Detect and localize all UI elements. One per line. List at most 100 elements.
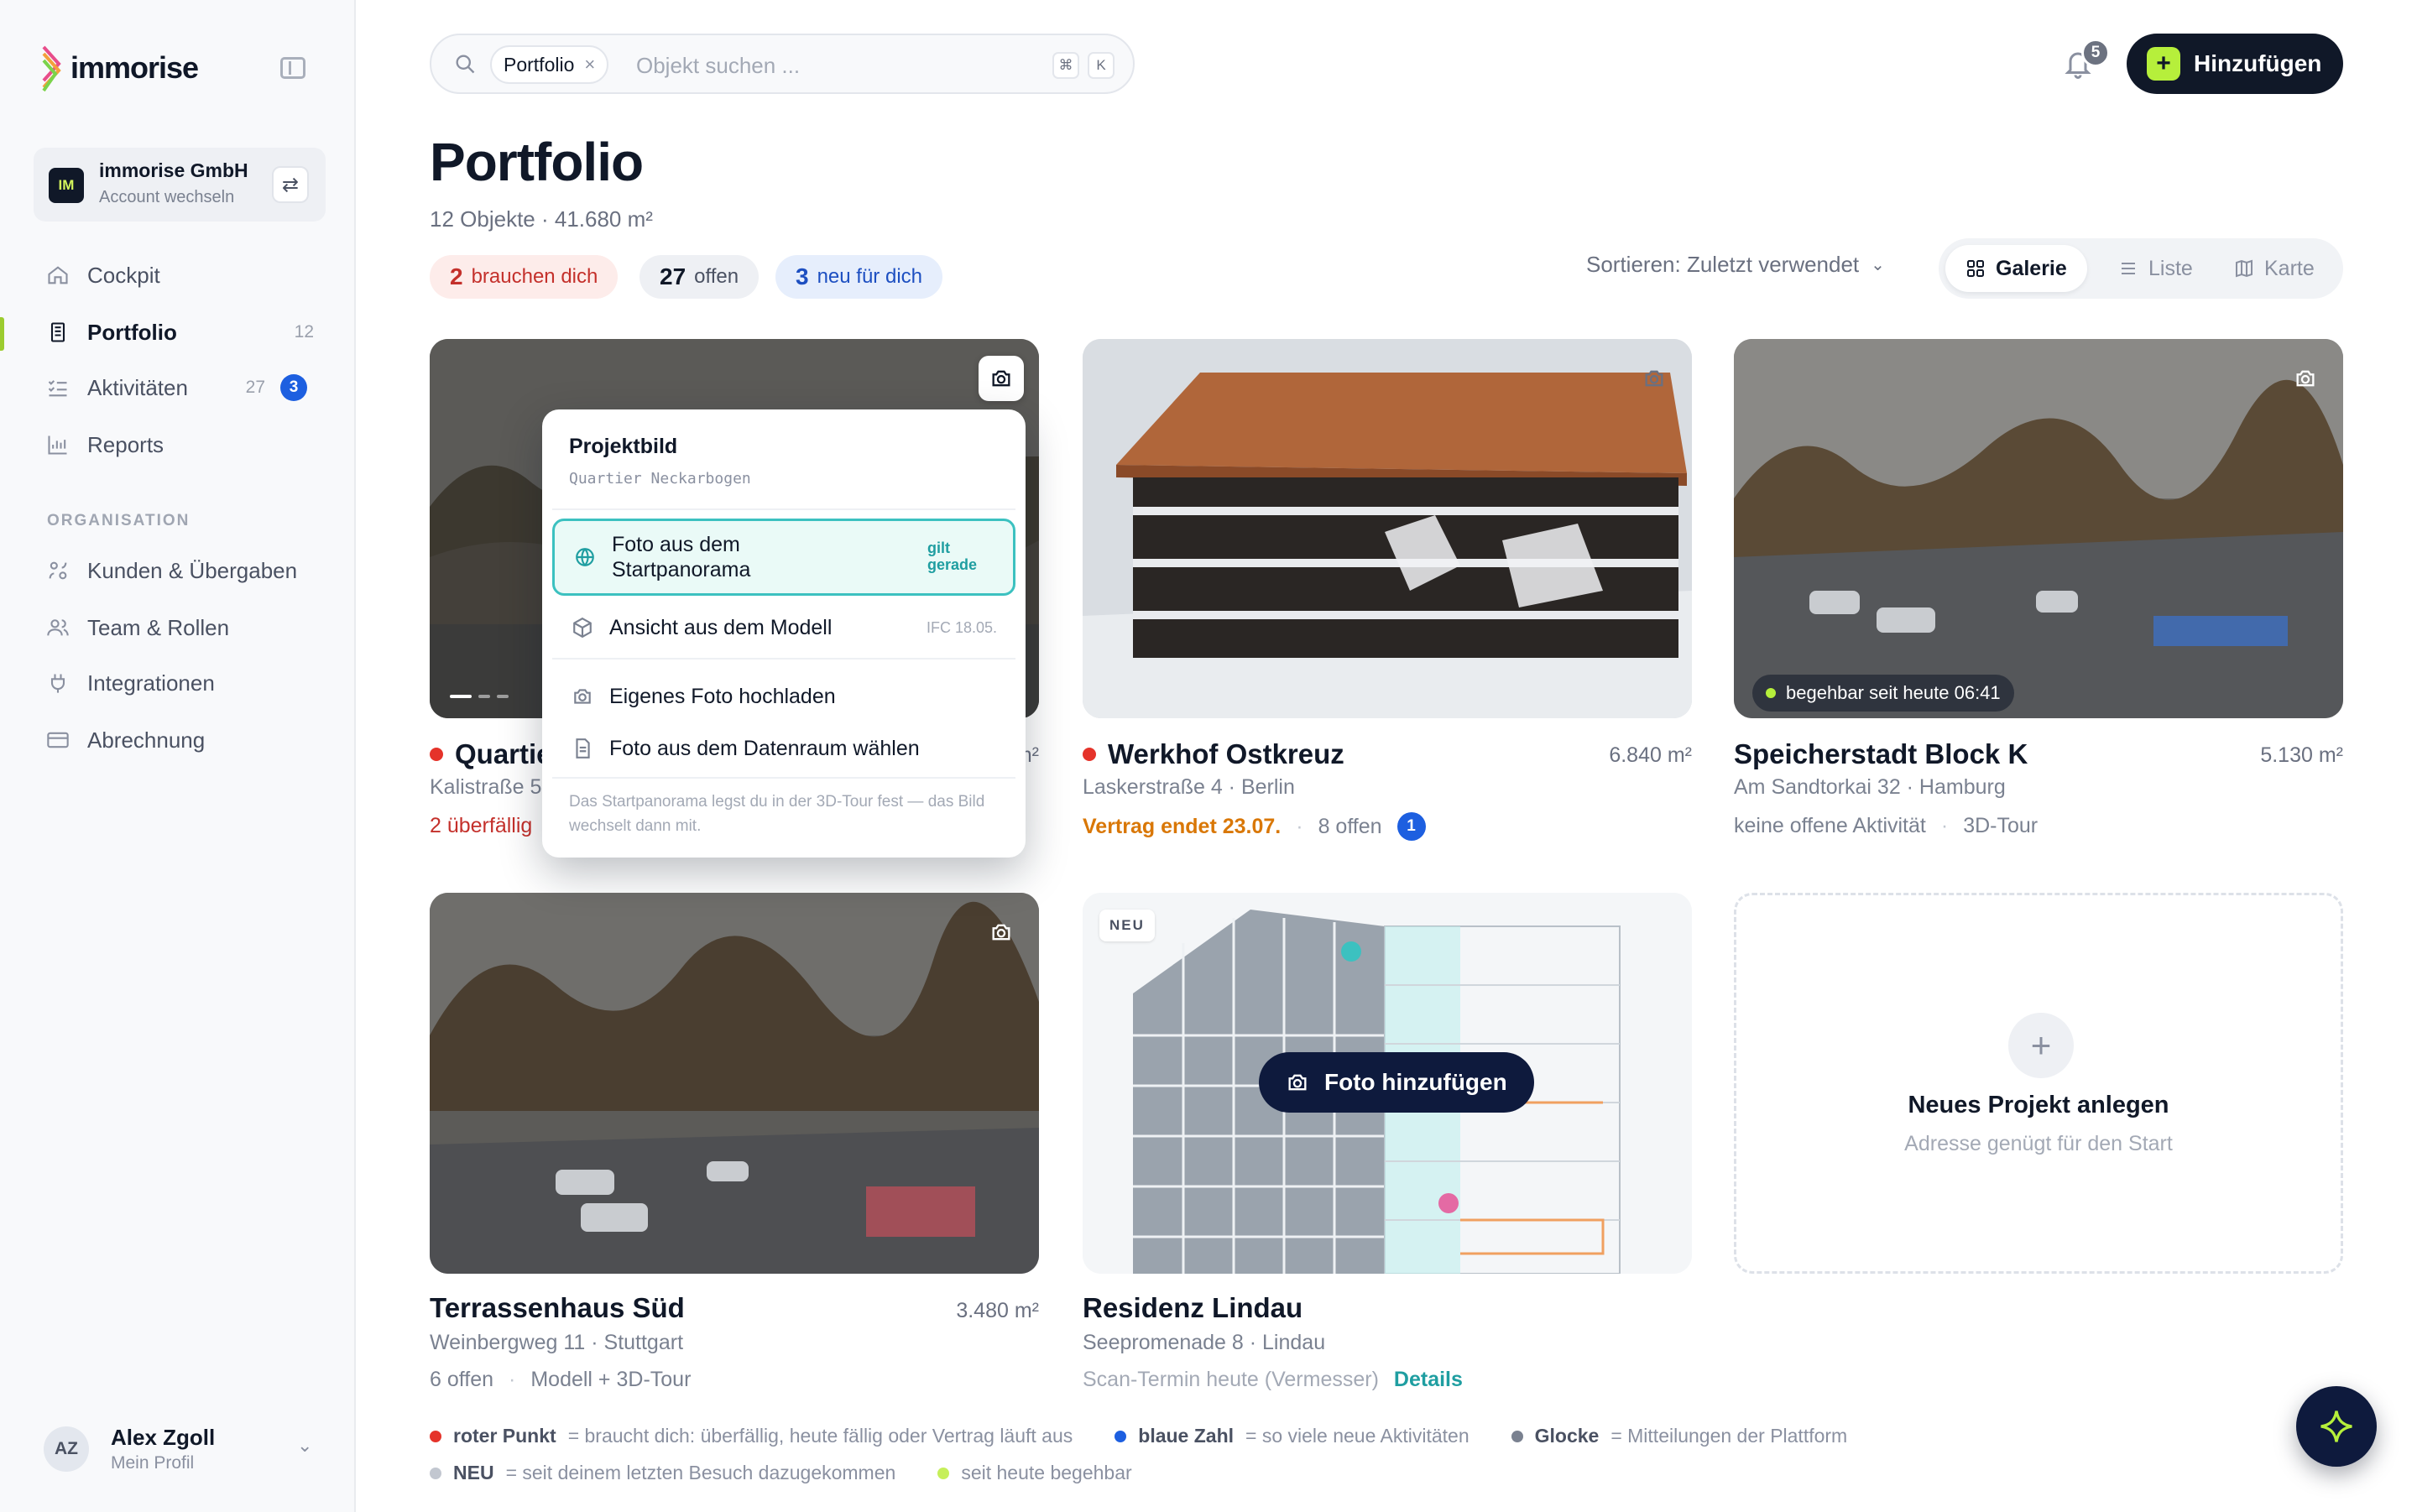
legend-row: roter Punkt = braucht dich: überfällig, … xyxy=(430,1425,1847,1447)
card-area: 5.130 m² xyxy=(2260,743,2343,767)
card-meta: Vertrag endet 23.07. · 8 offen 1 xyxy=(1083,812,1426,841)
sidebar-item-cockpit[interactable]: Cockpit xyxy=(34,253,326,297)
camera-icon[interactable] xyxy=(2283,356,2328,401)
kbd-command-icon: ⌘ xyxy=(1052,52,1079,79)
card-address: Am Sandtorkai 32 · Hamburg xyxy=(1734,775,2006,799)
card-image-speicherstadt[interactable]: begehbar seit heute 06:41 xyxy=(1734,339,2343,718)
filter-pill-new[interactable]: 3 neu für dich xyxy=(775,255,942,299)
legend-key: NEU xyxy=(453,1462,494,1483)
view-list-button[interactable]: Liste xyxy=(2098,245,2213,292)
option-label: Eigenes Foto hochladen xyxy=(609,685,836,708)
view-map-button[interactable]: Karte xyxy=(2214,245,2335,292)
filter-pill-attention[interactable]: 2 brauchen dich xyxy=(430,255,619,299)
new-project-title: Neues Projekt anlegen xyxy=(1908,1092,2169,1118)
sidebar-item-aktivitaeten[interactable]: Aktivitäten 27 3 xyxy=(34,366,326,409)
camera-icon[interactable] xyxy=(1631,356,1677,401)
legend-key: blaue Zahl xyxy=(1138,1425,1235,1447)
popover-subtitle: Quartier Neckarbogen xyxy=(569,470,751,487)
photo-panorama-image xyxy=(1734,339,2343,718)
active-indicator xyxy=(0,317,4,351)
new-project-subtitle: Adresse genügt für den Start xyxy=(1904,1132,2173,1155)
plus-icon: + xyxy=(2008,1013,2074,1078)
option-dataroom-photo[interactable]: Foto aus dem Datenraum wählen xyxy=(552,722,1015,775)
card-title[interactable]: Speicherstadt Block K xyxy=(1734,738,2028,770)
search-bar[interactable]: Portfolio × ⌘ K xyxy=(430,34,1135,94)
activities-count: 27 xyxy=(245,378,265,397)
add-photo-button[interactable]: Foto hinzufügen xyxy=(1259,1052,1534,1113)
chevron-down-icon: ⌄ xyxy=(1871,256,1885,274)
sort-dropdown[interactable]: Sortieren: Zuletzt verwendet ⌄ xyxy=(1586,252,1885,278)
pill-number: 3 xyxy=(796,263,809,289)
camera-icon xyxy=(569,683,596,710)
document-icon xyxy=(569,735,596,762)
building-icon xyxy=(45,320,70,345)
sidebar-item-integrationen[interactable]: Integrationen xyxy=(34,661,326,705)
account-subtitle: Account wechseln xyxy=(99,188,235,206)
search-filter-chip[interactable]: Portfolio × xyxy=(490,45,609,84)
card-address: Weinbergweg 11 · Stuttgart xyxy=(430,1331,684,1354)
account-switcher[interactable]: IM immorise GmbH Account wechseln ⇄ xyxy=(34,148,326,222)
card-image-residenz[interactable]: NEU Foto hinzufügen xyxy=(1083,893,1692,1274)
card-title[interactable]: Werkhof Ostkreuz xyxy=(1108,738,1344,770)
sidebar-item-team[interactable]: Team & Rollen xyxy=(34,606,326,649)
model-tour-label: Modell + 3D-Tour xyxy=(530,1368,692,1391)
legend-light-dot xyxy=(430,1467,441,1479)
view-label: Galerie xyxy=(1996,256,2067,280)
new-project-card[interactable]: + Neues Projekt anlegen Adresse genügt f… xyxy=(1734,893,2343,1274)
card-image-terrassenhaus[interactable] xyxy=(430,893,1039,1274)
legend-text: = braucht dich: überfällig, heute fällig… xyxy=(567,1425,1073,1447)
brand-name: immorise xyxy=(70,50,199,85)
sidebar-item-label: Integrationen xyxy=(87,670,215,696)
card-title-row: Werkhof Ostkreuz xyxy=(1083,738,1344,770)
page-title: Portfolio xyxy=(430,132,644,192)
sidebar-item-reports[interactable]: Reports xyxy=(34,423,326,467)
activities-badge: 3 xyxy=(280,374,307,401)
sidebar-collapse-icon[interactable] xyxy=(280,57,305,79)
carousel-dot-active[interactable] xyxy=(450,695,472,698)
search-input[interactable] xyxy=(636,52,989,79)
separator-dot: · xyxy=(1940,814,1949,837)
option-label: Ansicht aus dem Modell xyxy=(609,616,833,639)
card-meta: Scan-Termin heute (Vermesser) Details xyxy=(1083,1368,1463,1392)
sidebar-item-label: Kunden & Übergaben xyxy=(87,557,298,583)
option-model-view[interactable]: Ansicht aus dem Modell IFC 18.05. xyxy=(552,601,1015,654)
account-name: immorise GmbH xyxy=(99,159,248,181)
option-upload-photo[interactable]: Eigenes Foto hochladen xyxy=(552,670,1015,723)
option-label: Foto aus dem Datenraum wählen xyxy=(609,737,920,760)
close-icon[interactable]: × xyxy=(584,54,595,76)
card-image-werkhof[interactable] xyxy=(1083,339,1692,718)
add-button[interactable]: + Hinzufügen xyxy=(2127,34,2343,94)
card-address: Laskerstraße 4 · Berlin xyxy=(1083,775,1295,799)
view-gallery-button[interactable]: Galerie xyxy=(1945,245,2087,292)
profile-menu[interactable]: AZ Alex Zgoll Mein Profil ⌄ xyxy=(30,1415,326,1482)
add-button-label: Hinzufügen xyxy=(2194,50,2322,76)
popover-title: Projektbild xyxy=(569,435,678,458)
plug-icon xyxy=(45,670,70,696)
new-activity-badge: 1 xyxy=(1396,812,1426,841)
details-link[interactable]: Details xyxy=(1394,1368,1463,1392)
sidebar-item-kunden[interactable]: Kunden & Übergaben xyxy=(34,549,326,592)
pill-text: neu für dich xyxy=(817,265,922,288)
legend-text: = Mitteilungen der Plattform xyxy=(1610,1425,1848,1447)
legend-key: Glocke xyxy=(1534,1425,1600,1447)
separator-dot: · xyxy=(1296,814,1303,838)
card-title[interactable]: Quartie xyxy=(455,738,552,770)
switch-account-icon[interactable]: ⇄ xyxy=(272,166,309,203)
chevron-down-icon: ⌄ xyxy=(297,1435,313,1456)
filter-pill-open[interactable]: 27 offen xyxy=(639,255,760,299)
kbd-k: K xyxy=(1088,52,1115,79)
camera-icon[interactable] xyxy=(979,356,1024,401)
card-title[interactable]: Residenz Lindau xyxy=(1083,1292,1302,1324)
sidebar-item-portfolio[interactable]: Portfolio 12 xyxy=(34,310,326,354)
sidebar-item-label: Cockpit xyxy=(87,262,160,288)
camera-icon[interactable] xyxy=(979,910,1024,955)
option-startpanorama[interactable]: Foto aus dem Startpanorama gilt gerade xyxy=(552,519,1015,596)
option-meta: IFC 18.05. xyxy=(926,618,997,636)
carousel-dot[interactable] xyxy=(478,695,490,698)
tour-label: 3D-Tour xyxy=(1963,814,2039,837)
profile-subtitle: Mein Profil xyxy=(111,1453,195,1473)
sidebar-item-abrechnung[interactable]: Abrechnung xyxy=(34,718,326,762)
carousel-dot[interactable] xyxy=(497,695,509,698)
assistant-button[interactable] xyxy=(2296,1386,2377,1467)
card-title[interactable]: Terrassenhaus Süd xyxy=(430,1292,685,1324)
